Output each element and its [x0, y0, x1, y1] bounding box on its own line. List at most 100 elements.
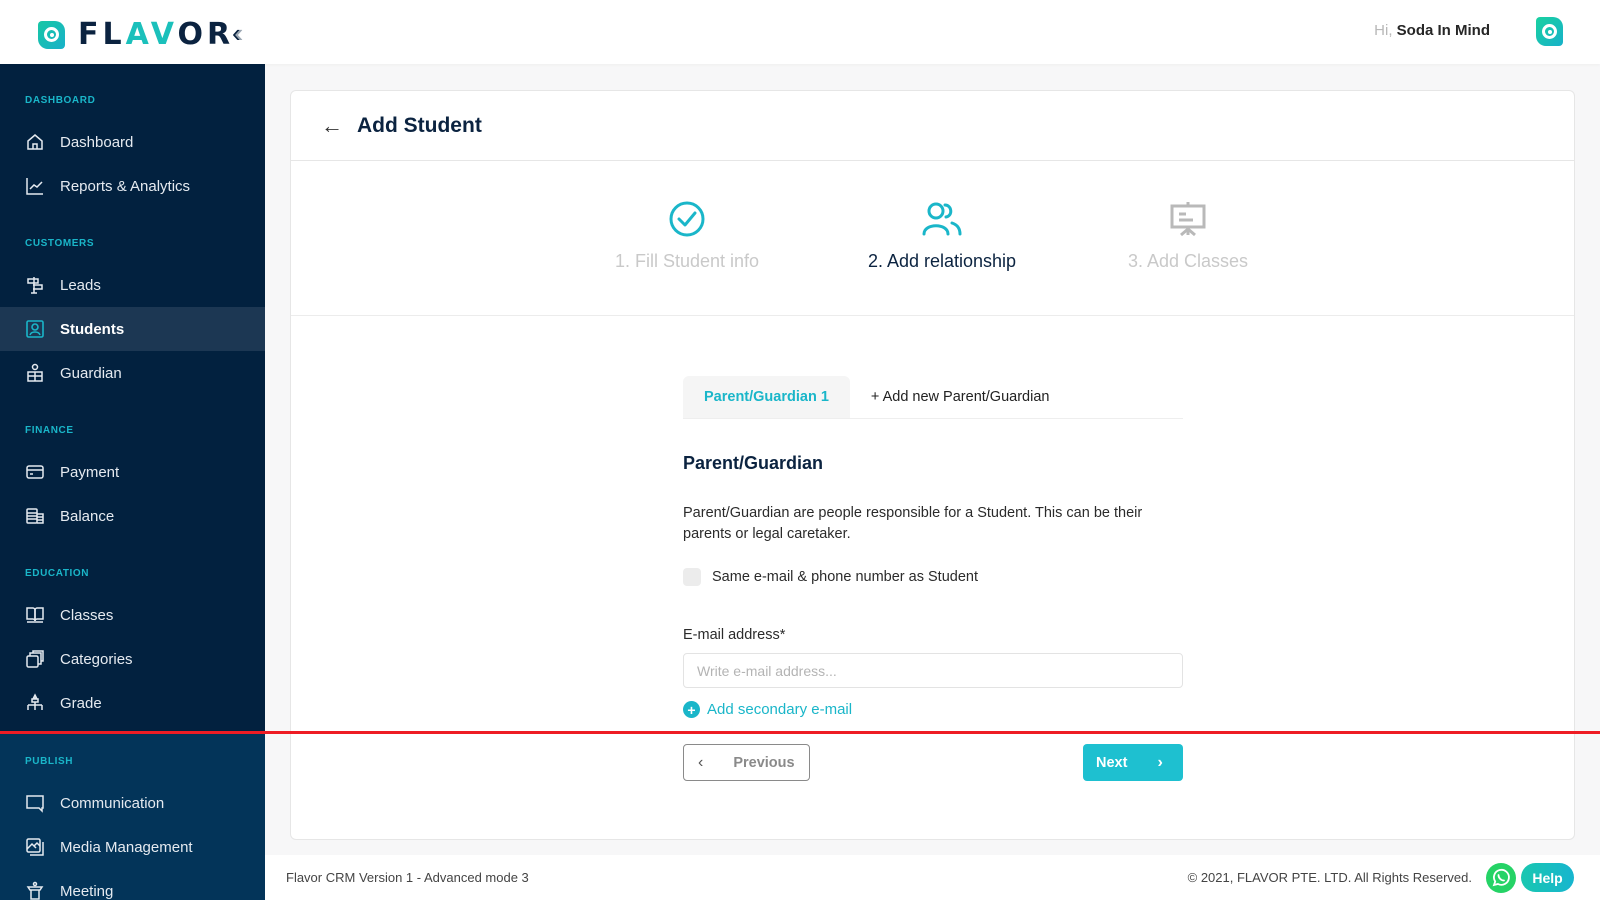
logo-text-part: OR: [177, 17, 235, 52]
check-circle-icon: [577, 199, 797, 239]
chevron-left-icon: ‹: [234, 18, 243, 48]
whatsapp-icon: [1492, 868, 1510, 887]
sidebar-section-dashboard: DASHBOARD: [25, 95, 96, 106]
greeting-text: Hi,: [1374, 22, 1393, 39]
home-icon: [25, 132, 45, 152]
red-divider-line: [0, 731, 1600, 734]
sidebar-item-leads[interactable]: Leads: [0, 263, 265, 307]
sidebar-item-payment[interactable]: Payment: [0, 450, 265, 494]
step-label: 2. Add relationship: [867, 251, 1017, 271]
sidebar-item-communication[interactable]: Communication: [0, 781, 265, 825]
step-add-relationship[interactable]: 2. Add relationship: [832, 199, 1052, 272]
step-label: 3. Add Classes: [1127, 251, 1249, 271]
sidebar-item-meeting[interactable]: Meeting: [0, 869, 265, 900]
sidebar-section-publish: PUBLISH: [25, 756, 74, 767]
sidebar-item-label: Categories: [60, 650, 133, 668]
step-label: 1. Fill Student info: [614, 251, 760, 271]
back-arrow-icon[interactable]: ←: [321, 113, 343, 139]
chevron-left-icon: ‹: [698, 753, 704, 771]
sidebar: DASHBOARD Dashboard Reports & Analytics …: [0, 64, 265, 900]
sidebar-item-label: Reports & Analytics: [60, 177, 191, 195]
section-description: Parent/Guardian are people responsible f…: [683, 505, 1143, 542]
copyright-text: © 2021, FLAVOR PTE. LTD. All Rights Rese…: [1187, 870, 1472, 885]
next-button[interactable]: Next ›: [1083, 744, 1183, 781]
chat-bubble-icon: [25, 793, 45, 813]
sidebar-item-label: Media Management: [60, 838, 193, 856]
collapse-sidebar-button[interactable]: ‹‹: [232, 18, 243, 49]
sidebar-item-label: Grade: [60, 694, 102, 712]
page-title: Add Student: [357, 113, 482, 137]
email-field[interactable]: [683, 653, 1183, 688]
same-contact-checkbox[interactable]: [683, 568, 701, 586]
same-contact-checkbox-label: Same e-mail & phone number as Student: [712, 569, 978, 585]
add-secondary-email-link[interactable]: + Add secondary e-mail: [683, 701, 1183, 718]
guardian-form: Parent/Guardian 1 + Add new Parent/Guard…: [683, 376, 1183, 718]
sidebar-item-label: Communication: [60, 794, 165, 812]
sidebar-item-students[interactable]: Students: [0, 307, 265, 351]
sidebar-item-label: Guardian: [60, 364, 122, 382]
section-title: Parent/Guardian: [683, 453, 824, 473]
signpost-icon: [25, 275, 45, 295]
footer: Flavor CRM Version 1 - Advanced mode 3 ©…: [265, 855, 1600, 900]
presentation-board-icon: [1078, 199, 1298, 239]
user-card-icon: [25, 319, 45, 339]
sidebar-item-label: Dashboard: [60, 133, 134, 151]
users-icon: [832, 199, 1052, 239]
plus-circle-icon: +: [683, 701, 700, 718]
logo-text-part: FL: [78, 17, 126, 52]
book-open-icon: [25, 605, 45, 625]
sidebar-section-education: EDUCATION: [25, 568, 90, 579]
sidebar-section-finance: FINANCE: [25, 425, 74, 436]
same-contact-checkbox-row[interactable]: Same e-mail & phone number as Student: [683, 568, 1183, 586]
coins-stack-icon: [25, 506, 45, 526]
version-text: Flavor CRM Version 1 - Advanced mode 3: [286, 870, 529, 885]
previous-button[interactable]: ‹ Previous: [683, 744, 810, 781]
add-secondary-email-label: Add secondary e-mail: [707, 701, 853, 718]
flavor-logo[interactable]: FLAVOR: [38, 17, 234, 52]
user-greeting: Hi, Soda In Mind: [1374, 22, 1490, 39]
sidebar-item-categories[interactable]: Categories: [0, 637, 265, 681]
add-student-card: ← Add Student 1. Fill Student info 2. Ad…: [290, 90, 1575, 840]
email-field-label: E-mail address*: [683, 627, 786, 643]
guardian-tabs: Parent/Guardian 1 + Add new Parent/Guard…: [683, 376, 1183, 419]
sidebar-item-label: Balance: [60, 507, 115, 525]
sidebar-item-guardian[interactable]: Guardian: [0, 351, 265, 395]
guardian-icon: [25, 363, 45, 383]
sidebar-item-classes[interactable]: Classes: [0, 593, 265, 637]
logo-mark-icon: [38, 20, 65, 49]
sidebar-item-label: Meeting: [60, 882, 114, 900]
user-avatar[interactable]: [1536, 17, 1563, 46]
stepper: 1. Fill Student info 2. Add relationship…: [291, 161, 1574, 316]
image-gallery-icon: [25, 837, 45, 857]
sidebar-item-balance[interactable]: Balance: [0, 494, 265, 538]
podium-icon: [25, 881, 45, 900]
sidebar-item-label: Leads: [60, 276, 101, 294]
hierarchy-icon: [25, 693, 45, 713]
user-name[interactable]: Soda In Mind: [1397, 22, 1490, 39]
sidebar-item-reports-analytics[interactable]: Reports & Analytics: [0, 164, 265, 208]
sidebar-section-customers: CUSTOMERS: [25, 238, 95, 249]
add-new-parent-guardian-tab[interactable]: + Add new Parent/Guardian: [850, 376, 1071, 418]
card-header: ← Add Student: [291, 91, 1574, 161]
chevron-right-icon: ›: [1157, 753, 1163, 771]
step-fill-student-info[interactable]: 1. Fill Student info: [577, 199, 797, 272]
logo-text-accent: AV: [125, 17, 178, 52]
top-header: FLAVOR ‹‹ Hi, Soda In Mind: [0, 0, 1600, 64]
whatsapp-button[interactable]: [1486, 863, 1516, 893]
next-button-label: Next: [1096, 754, 1128, 771]
sidebar-item-label: Students: [60, 320, 125, 338]
sidebar-item-dashboard[interactable]: Dashboard: [0, 120, 265, 164]
sidebar-item-label: Payment: [60, 463, 120, 481]
tab-parent-guardian-1[interactable]: Parent/Guardian 1: [683, 376, 850, 418]
layers-icon: [25, 649, 45, 669]
sidebar-item-grade[interactable]: Grade: [0, 681, 265, 725]
sidebar-item-label: Classes: [60, 606, 114, 624]
previous-button-label: Previous: [733, 754, 795, 771]
help-button[interactable]: Help: [1521, 863, 1574, 892]
logo-text: FLAVOR: [78, 17, 234, 52]
chart-line-icon: [25, 176, 45, 196]
sidebar-item-media-management[interactable]: Media Management: [0, 825, 265, 869]
avatar-logo-icon: [1542, 24, 1557, 39]
step-add-classes[interactable]: 3. Add Classes: [1078, 199, 1298, 272]
credit-card-icon: [25, 462, 45, 482]
